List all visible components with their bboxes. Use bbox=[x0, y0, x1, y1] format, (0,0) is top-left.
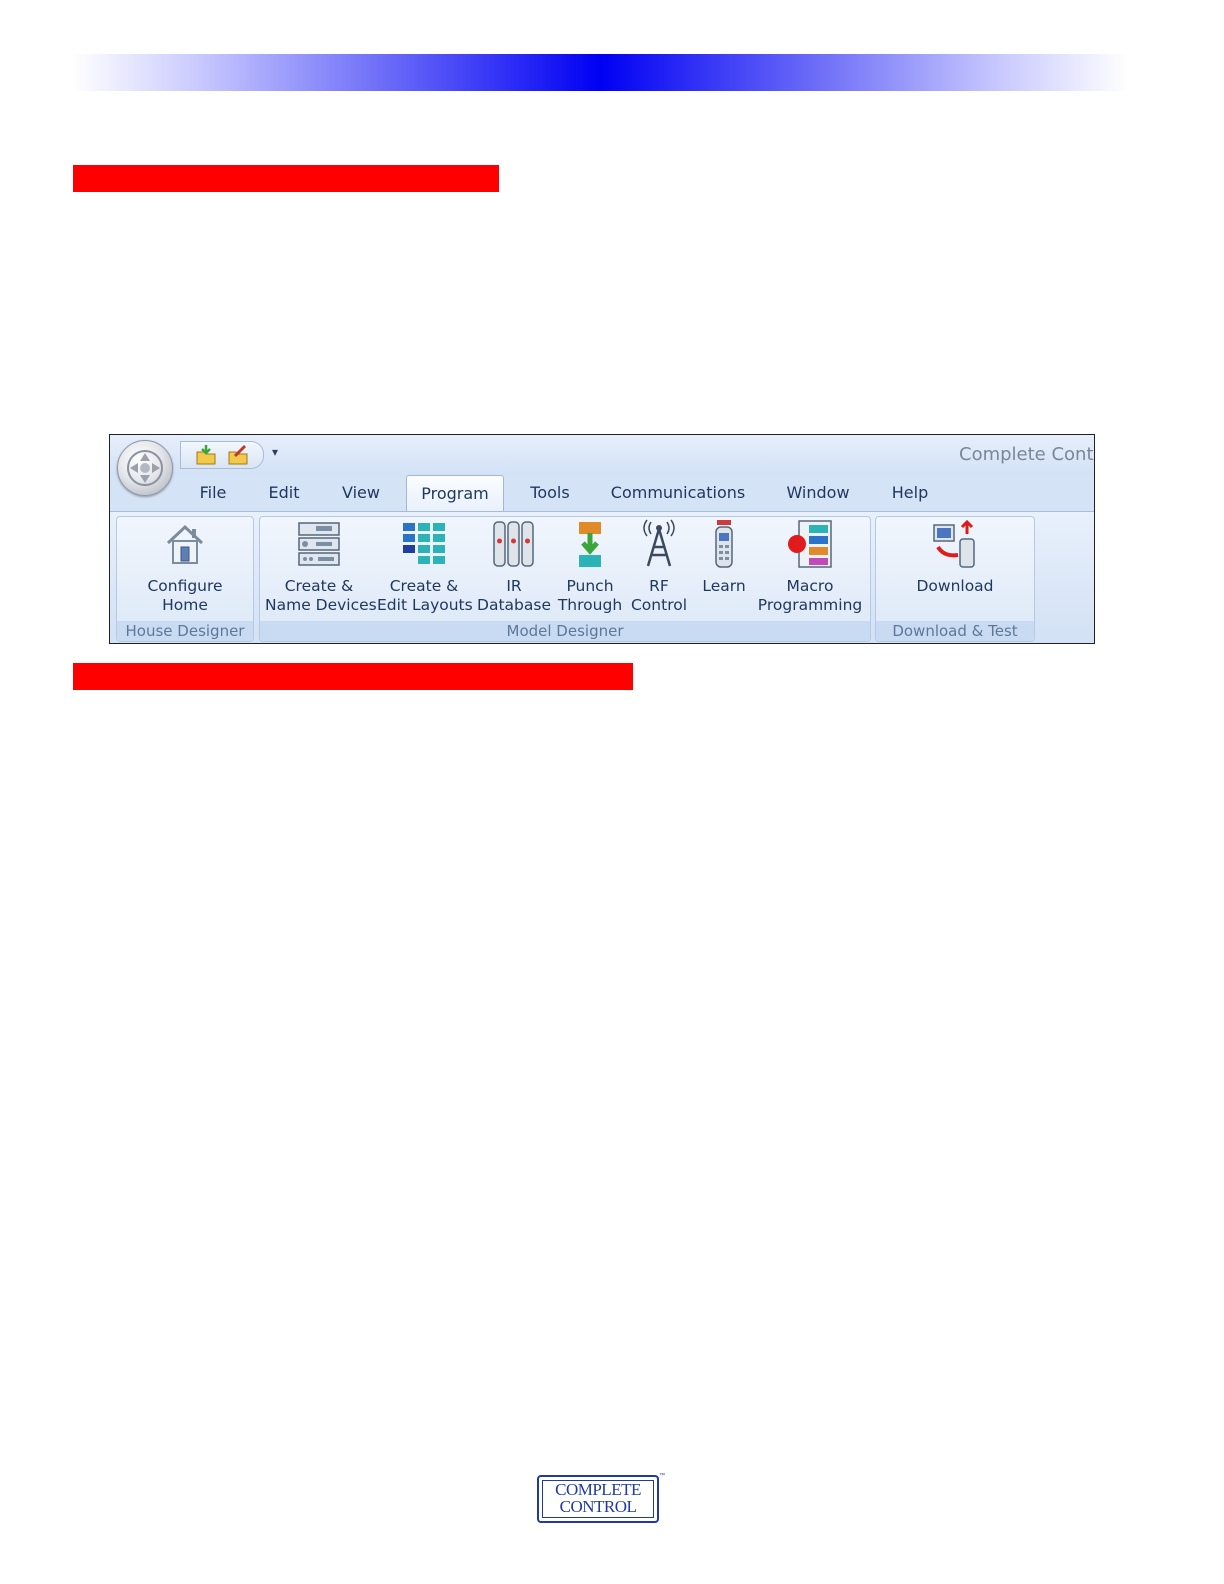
quick-access-toolbar bbox=[180, 441, 264, 469]
button-label-line1: Download bbox=[916, 577, 994, 595]
macro-programming-button[interactable]: Macro Programming bbox=[757, 519, 863, 615]
create-edit-layouts-button[interactable]: Create & Edit Layouts bbox=[377, 519, 473, 615]
layouts-icon bbox=[403, 523, 445, 564]
group-label: House Designer bbox=[117, 621, 253, 641]
button-label-line2: Control bbox=[630, 596, 688, 614]
tab-edit[interactable]: Edit bbox=[260, 475, 308, 511]
section-heading-bar bbox=[73, 165, 499, 192]
title-bar: ▾ Complete Contr bbox=[110, 435, 1094, 475]
ir-database-button[interactable]: IR Database bbox=[477, 519, 551, 615]
tab-file[interactable]: File bbox=[189, 475, 237, 511]
tab-window[interactable]: Window bbox=[778, 475, 858, 511]
header-gradient-band bbox=[72, 54, 1128, 91]
tab-help[interactable]: Help bbox=[884, 475, 936, 511]
button-label-line1: Macro bbox=[786, 577, 834, 595]
punch-through-button[interactable]: Punch Through bbox=[555, 519, 625, 615]
devices-icon bbox=[298, 522, 340, 566]
application-orb-button[interactable] bbox=[117, 440, 173, 496]
button-label-line2: Home bbox=[162, 596, 208, 614]
group-model-designer: Create & Name Devices Create & Edit Layo… bbox=[259, 516, 871, 642]
qat-dropdown-icon[interactable]: ▾ bbox=[272, 445, 278, 459]
button-label-line1: Learn bbox=[702, 577, 746, 595]
create-name-devices-button[interactable]: Create & Name Devices bbox=[265, 519, 377, 615]
button-label-line1: IR bbox=[506, 577, 522, 595]
house-icon bbox=[166, 524, 204, 564]
punch-through-icon bbox=[579, 522, 601, 567]
ribbon-body: Configure Home House Designer Create & N… bbox=[110, 511, 1094, 643]
logo-line2: CONTROL bbox=[559, 1497, 637, 1516]
tab-view[interactable]: View bbox=[334, 475, 388, 511]
button-label-line2: Edit Layouts bbox=[377, 596, 473, 614]
remotes-icon bbox=[493, 521, 534, 567]
tab-communications[interactable]: Communications bbox=[608, 475, 748, 511]
configure-home-button[interactable]: Configure Home bbox=[117, 519, 253, 615]
group-house-designer: Configure Home House Designer bbox=[116, 516, 254, 642]
orb-logo-icon bbox=[127, 450, 163, 486]
open-folder-icon[interactable] bbox=[195, 444, 217, 466]
button-label-line1: Create & bbox=[389, 577, 459, 595]
tab-tools[interactable]: Tools bbox=[520, 475, 580, 511]
button-label-line2: Programming bbox=[757, 596, 863, 614]
trademark-mark: ™ bbox=[659, 1473, 665, 1479]
macro-icon bbox=[788, 520, 832, 568]
tab-program[interactable]: Program bbox=[406, 475, 504, 512]
app-title: Complete Contr bbox=[959, 444, 1095, 465]
button-label-line1: Configure bbox=[147, 577, 223, 595]
learn-remote-icon bbox=[715, 520, 733, 568]
group-download-test: Download Download & Test bbox=[875, 516, 1035, 642]
learn-button[interactable]: Learn bbox=[695, 519, 753, 596]
group-label: Download & Test bbox=[876, 621, 1034, 641]
complete-control-logo: COMPLETE CONTROL ™ bbox=[537, 1473, 665, 1523]
button-label-line2: Database bbox=[477, 596, 551, 614]
button-label-line1: RF bbox=[649, 577, 669, 595]
button-label-line2: Through bbox=[557, 596, 623, 614]
section-heading-bar bbox=[73, 663, 633, 690]
button-label-line1: Create & bbox=[284, 577, 354, 595]
antenna-icon bbox=[643, 519, 675, 567]
button-label-line1: Punch bbox=[566, 577, 614, 595]
ribbon-tabs: File Edit View Program Tools Communicati… bbox=[110, 475, 1094, 512]
save-folder-icon[interactable] bbox=[227, 444, 249, 466]
rf-control-button[interactable]: RF Control bbox=[627, 519, 691, 615]
download-icon bbox=[933, 519, 975, 568]
download-button[interactable]: Download bbox=[876, 519, 1034, 596]
button-label-line2: Name Devices bbox=[265, 596, 377, 614]
group-label: Model Designer bbox=[260, 621, 870, 641]
ribbon-screenshot: ▾ Complete Contr File Edit View Program … bbox=[109, 434, 1095, 644]
